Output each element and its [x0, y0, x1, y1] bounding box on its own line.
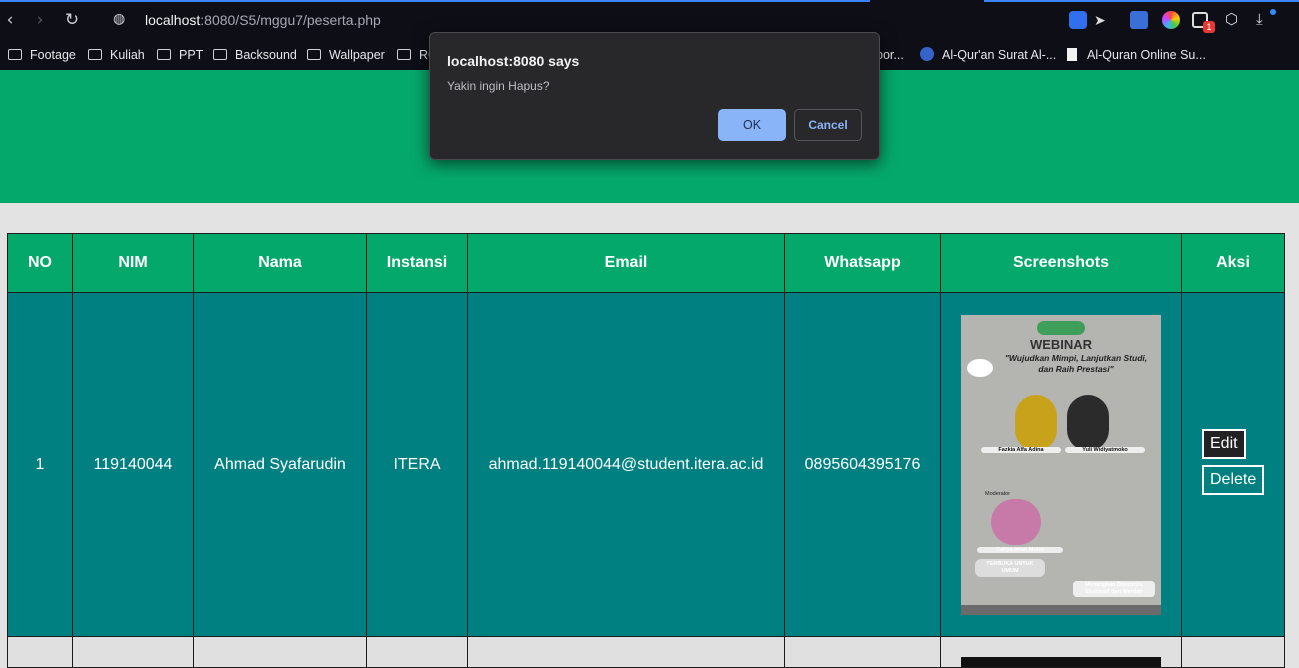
dialog-title: localhost:8080 says: [447, 53, 580, 69]
confirm-dialog: localhost:8080 says Yakin ingin Hapus? O…: [429, 32, 880, 160]
bookmark-label: Kuliah: [110, 48, 145, 62]
page-icon: [1067, 48, 1077, 61]
extensions-cube-icon[interactable]: ⬡: [1225, 11, 1243, 29]
download-indicator-dot: [1270, 9, 1276, 15]
folder-icon: [157, 49, 171, 60]
site-info-icon[interactable]: ◍: [113, 11, 129, 27]
poster-speaker2-name: Yuli Widiyatmoko: [1065, 446, 1145, 453]
column-header-whatsapp: Whatsapp: [784, 233, 941, 293]
folder-icon: [307, 49, 321, 60]
poster-moderator-photo: [991, 498, 1041, 545]
participants-table: NO NIM Nama Instansi Email Whatsapp Scre…: [7, 233, 1285, 668]
cell-email: ahmad.119140044@student.itera.ac.id: [467, 292, 785, 637]
send-icon[interactable]: ➤: [1094, 11, 1112, 29]
bookmark-partial[interactable]: bor...: [876, 46, 904, 64]
poster-moderator-label: Moderator: [985, 490, 1011, 497]
poster-footer: [961, 604, 1161, 615]
cell-no: 1: [7, 292, 73, 637]
column-header-no: NO: [7, 233, 73, 293]
poster-free-badge: FREE: [967, 358, 993, 377]
cancel-button[interactable]: Cancel: [794, 109, 862, 141]
poster-open-label: TERBUKA UNTUK UMUM: [975, 558, 1045, 577]
bookmark-alquran-surat[interactable]: Al-Qur'an Surat Al-...: [920, 46, 1056, 64]
bookmark-ppt[interactable]: PPT: [157, 46, 203, 64]
poster-tagline: "Wujudkan Mimpi, Lanjutkan Studi, dan Ra…: [1004, 352, 1148, 374]
bookmark-label: Footage: [30, 48, 76, 62]
color-picker-extension-icon[interactable]: [1162, 11, 1180, 29]
cell-instansi: ITERA: [366, 292, 468, 637]
loading-progress-bar: [0, 0, 870, 2]
edit-button[interactable]: Edit: [1202, 428, 1246, 459]
poster-heading: WEBINAR: [1029, 336, 1093, 352]
bookmark-wallpaper[interactable]: Wallpaper: [307, 46, 385, 64]
folder-icon: [88, 49, 102, 60]
screenshot-image-partial[interactable]: [961, 657, 1161, 667]
cell-aksi: Edit Delete: [1181, 292, 1285, 637]
cell-nim: 119140044: [72, 292, 194, 637]
bookmark-label: Al-Qur'an Surat Al-...: [942, 48, 1057, 62]
forward-arrow-icon[interactable]: ›: [30, 10, 50, 30]
column-header-aksi: Aksi: [1181, 233, 1285, 293]
poster-moderator-name: Cahya Intan Murni: [977, 546, 1063, 553]
translate-extension-icon[interactable]: [1130, 11, 1148, 29]
address-bar[interactable]: ◍ localhost:8080/S5/mggu7/peserta.php: [104, 6, 1154, 34]
table-row: 1 119140044 Ahmad Syafarudin ITERA ahmad…: [7, 292, 1285, 637]
globe-icon: [920, 47, 934, 61]
poster-speaker2-photo: [1067, 394, 1109, 451]
bookmark-label: Wallpaper: [329, 48, 385, 62]
ok-button[interactable]: OK: [718, 109, 786, 141]
poster-speaker1-name: Fazkia Alfa Adina: [981, 446, 1061, 453]
webinar-poster-image[interactable]: WEBINAR "Wujudkan Mimpi, Lanjutkan Studi…: [961, 314, 1161, 615]
bookmark-kuliah[interactable]: Kuliah: [88, 46, 145, 64]
bookmark-backsound[interactable]: Backsound: [213, 46, 297, 64]
folder-icon: [397, 49, 411, 60]
column-header-instansi: Instansi: [366, 233, 468, 293]
delete-button[interactable]: Delete: [1202, 464, 1265, 495]
extension-badge: 1: [1203, 21, 1215, 33]
reload-icon[interactable]: ↻: [62, 10, 82, 30]
cell-screenshot: WEBINAR "Wujudkan Mimpi, Lanjutkan Studi…: [940, 292, 1182, 637]
poster-logo: [1037, 320, 1085, 335]
bookmark-alquran-online[interactable]: Al-Quran Online Su...: [1067, 46, 1206, 64]
poster-speaker1-photo: [1015, 394, 1057, 451]
column-header-nama: Nama: [193, 233, 367, 293]
cell-whatsapp: 0895604395176: [784, 292, 941, 637]
table-header-row: NO NIM Nama Instansi Email Whatsapp Scre…: [7, 233, 1285, 293]
loading-progress-bar-right: [984, 0, 1299, 2]
folder-icon: [213, 49, 227, 60]
url-path: :8080/S5/mggu7/peserta.php: [200, 12, 381, 28]
shield-extension-icon[interactable]: [1069, 11, 1087, 29]
folder-icon: [8, 49, 22, 60]
column-header-email: Email: [467, 233, 785, 293]
poster-prize: Menangkan Doorprize Eksklusif dari Warda…: [1073, 580, 1155, 597]
column-header-screenshots: Screenshots: [940, 233, 1182, 293]
dialog-message: Yakin ingin Hapus?: [447, 79, 550, 93]
bookmark-label: bor...: [876, 48, 904, 62]
back-arrow-icon[interactable]: ‹: [0, 10, 20, 30]
cell-nama: Ahmad Syafarudin: [193, 292, 367, 637]
url-text[interactable]: localhost:8080/S5/mggu7/peserta.php: [145, 12, 381, 28]
bookmark-footage[interactable]: Footage: [8, 46, 76, 64]
url-host: localhost: [145, 12, 201, 28]
bookmark-label: Al-Quran Online Su...: [1087, 48, 1206, 62]
bookmark-label: Backsound: [235, 48, 297, 62]
column-header-nim: NIM: [72, 233, 194, 293]
bookmark-label: PPT: [179, 48, 204, 62]
